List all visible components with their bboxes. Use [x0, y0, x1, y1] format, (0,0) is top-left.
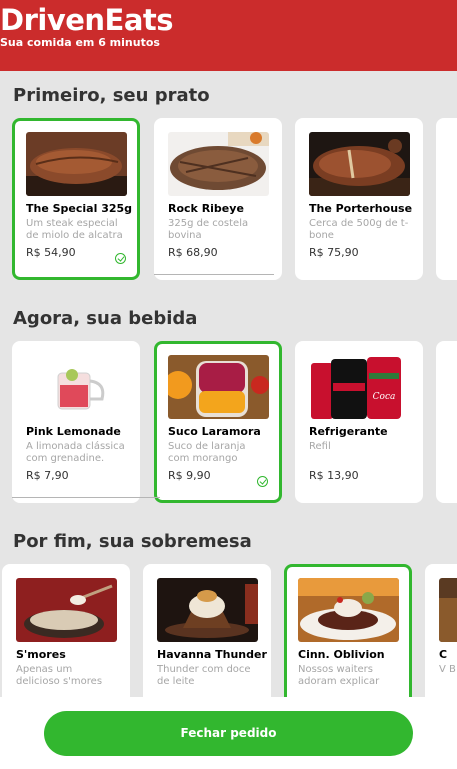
dish-card-the-special[interactable]: The Special 325g Um steak especial de mi…	[12, 118, 140, 280]
horizontal-scrollbar[interactable]	[154, 274, 274, 275]
brand-logo: DrivenEats	[0, 3, 174, 37]
dish-card-the-porterhouse[interactable]: The Porterhouse Cerca de 500g de t-bone …	[295, 118, 423, 280]
section-title-desserts: Por fim, sua sobremesa	[13, 531, 252, 552]
dish-name: The Porterhouse	[309, 202, 413, 215]
porterhouse-photo	[309, 132, 410, 196]
dessert-name: C	[439, 648, 448, 661]
horizontal-scrollbar[interactable]	[12, 497, 160, 498]
section-title-dishes: Primeiro, seu prato	[13, 85, 210, 106]
dessert-name: Havanna Thunder	[157, 648, 267, 661]
drink-description: Refil	[309, 441, 331, 452]
drink-card-refrigerante[interactable]: Coca Refrigerante Refil R$ 13,90	[295, 341, 423, 503]
pink-lemonade-photo	[26, 355, 127, 419]
ribeye-photo	[168, 132, 269, 196]
dishes-row[interactable]: The Special 325g Um steak especial de mi…	[0, 118, 457, 286]
dessert-name: Cinn. Oblivion	[298, 648, 385, 661]
close-order-button[interactable]: Fechar pedido	[44, 711, 413, 756]
dessert-name: S'mores	[16, 648, 66, 661]
tagline: Sua comida em 6 minutos	[0, 36, 160, 49]
dish-card-rock-ribeye[interactable]: Rock Ribeye 325g de costela bovina R$ 68…	[154, 118, 282, 280]
partial-dessert-photo	[439, 578, 457, 642]
drink-price: R$ 13,90	[309, 469, 359, 482]
dish-description: Cerca de 500g de t-bone	[309, 218, 409, 241]
order-footer: Fechar pedido	[0, 697, 457, 769]
smores-photo	[16, 578, 117, 642]
drink-name: Pink Lemonade	[26, 425, 121, 438]
havanna-thunder-photo	[157, 578, 258, 642]
drink-price: R$ 7,90	[26, 469, 69, 482]
soda-cans-photo: Coca	[309, 355, 410, 419]
dessert-description: Thunder com doce de leite	[157, 664, 251, 687]
dish-name: The Special 325g	[26, 202, 133, 215]
dish-price: R$ 75,90	[309, 246, 359, 259]
app-header: DrivenEats Sua comida em 6 minutos	[0, 0, 457, 71]
drink-name: Suco Laramora	[168, 425, 261, 438]
dessert-description: V B	[439, 664, 456, 675]
dish-description: Um steak especial de miolo de alcatra	[26, 218, 123, 241]
drinks-row[interactable]: Pink Lemonade A limonada clássica com gr…	[0, 341, 457, 509]
dessert-description: Nossos waiters adoram explicar	[298, 664, 380, 687]
drink-name: Refrigerante	[309, 425, 388, 438]
dish-price: R$ 68,90	[168, 246, 218, 259]
dish-name: Rock Ribeye	[168, 202, 244, 215]
check-circle-icon	[257, 476, 268, 487]
drink-description: A limonada clássica com grenadine.	[26, 441, 125, 464]
drink-description: Suco de laranja com morango	[168, 441, 246, 464]
dish-card-partial[interactable]	[436, 118, 457, 280]
check-circle-icon	[115, 253, 126, 264]
dessert-description: Apenas um delicioso s'mores	[16, 664, 103, 687]
drink-card-suco-laramora[interactable]: Suco Laramora Suco de laranja com morang…	[154, 341, 282, 503]
laramora-juice-photo	[168, 355, 269, 419]
drink-card-partial[interactable]	[436, 341, 457, 503]
section-title-drinks: Agora, sua bebida	[13, 308, 198, 329]
dish-description: 325g de costela bovina	[168, 218, 249, 241]
svg-text:Coca: Coca	[373, 392, 396, 402]
drink-card-pink-lemonade[interactable]: Pink Lemonade A limonada clássica com gr…	[12, 341, 140, 503]
cinn-oblivion-photo	[298, 578, 399, 642]
steak-special-photo	[26, 132, 127, 196]
